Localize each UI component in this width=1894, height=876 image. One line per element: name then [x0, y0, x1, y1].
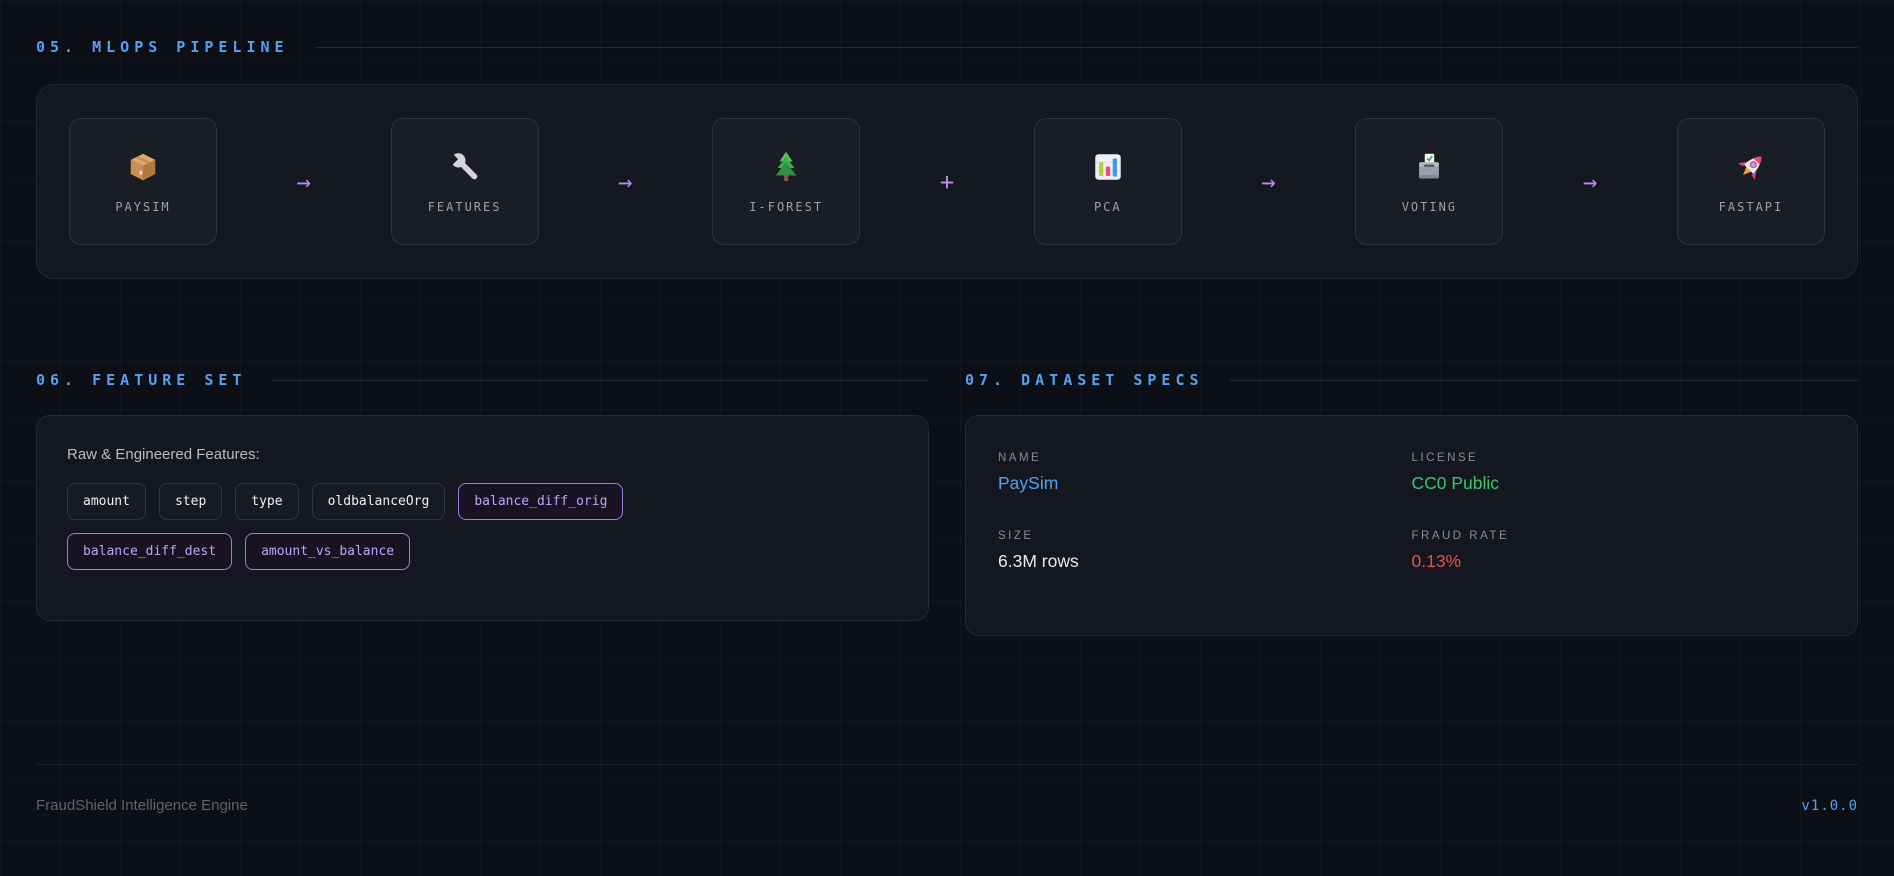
feature-chip-amount: amount [67, 483, 146, 520]
pipeline-stage-paysim: PAYSIM [69, 118, 217, 245]
features-intro-text: Raw & Engineered Features: [67, 446, 260, 463]
section-title-mlops-pipeline: 05. MLOPS PIPELINE [36, 38, 289, 56]
footer-version: v1.0.0 [1801, 797, 1858, 814]
evergreen-tree-icon [769, 150, 803, 184]
spec-label: NAME [998, 452, 1042, 464]
spec-label: FRAUD RATE [1411, 530, 1510, 542]
feature-chip-oldbalanceorg: oldbalanceOrg [311, 483, 446, 520]
spec-value-license: CC0 Public [1411, 473, 1500, 493]
feature-chip-type: type [235, 483, 299, 520]
footer-divider [36, 764, 1858, 765]
pipeline-stage-features: FEATURES [390, 118, 539, 245]
arrow-right-connector: → [1261, 167, 1276, 196]
bar-chart-icon [1091, 150, 1125, 184]
feature-chip-list: amount step type oldbalanceOrg balance_d… [67, 483, 687, 570]
stage-label: VOTING [1401, 199, 1458, 214]
spec-value-fraud-rate: 0.13% [1411, 551, 1462, 571]
pipeline-stage-iforest: I-FOREST [712, 118, 861, 245]
lower-sections: 06. FEATURE SET Raw & Engineered Feature… [36, 371, 1858, 636]
package-icon [126, 150, 160, 184]
section-title-feature-set: 06. FEATURE SET [36, 371, 247, 389]
stage-label: I-FOREST [749, 199, 824, 214]
section-header: 05. MLOPS PIPELINE [36, 38, 1858, 56]
arrow-right-connector: → [1582, 167, 1598, 196]
ballot-box-icon [1412, 150, 1446, 184]
pipeline-panel: PAYSIM → FEATURES → I-FOREST + PCA → VOT… [36, 84, 1858, 279]
pipeline-stage-voting: VOTING [1355, 118, 1504, 245]
spec-license: LICENSE CC0 Public [1412, 452, 1826, 494]
stage-label: FASTAPI [1718, 199, 1784, 214]
stage-label: PCA [1093, 199, 1122, 214]
stage-label: PAYSIM [115, 199, 171, 214]
section-feature-set: 06. FEATURE SET Raw & Engineered Feature… [36, 371, 929, 636]
section-header: 06. FEATURE SET [36, 371, 929, 389]
spec-value-size: 6.3M rows [998, 551, 1079, 571]
section-header-rule [1229, 379, 1858, 381]
section-header-rule [272, 379, 929, 381]
dataset-specs-panel: NAME PaySim LICENSE CC0 Public SIZE 6.3M… [965, 415, 1858, 636]
feature-set-panel: Raw & Engineered Features: amount step t… [36, 415, 929, 621]
feature-chip-amount-vs-balance: amount_vs_balance [245, 533, 411, 570]
pipeline-stage-pca: PCA [1033, 118, 1182, 245]
section-header: 07. DATASET SPECS [965, 371, 1858, 389]
arrow-right-connector: → [618, 167, 633, 196]
section-title-dataset-specs: 07. DATASET SPECS [965, 371, 1204, 389]
spec-fraud-rate: FRAUD RATE 0.13% [1412, 530, 1826, 572]
section-mlops-pipeline: 05. MLOPS PIPELINE PAYSIM → FEATURES → I… [36, 38, 1858, 279]
spec-label: SIZE [998, 530, 1034, 542]
stage-label: FEATURES [427, 199, 502, 214]
spec-name: NAME PaySim [998, 452, 1412, 494]
feature-chip-step: step [158, 483, 223, 520]
spec-label: LICENSE [1411, 452, 1479, 464]
rocket-icon [1734, 150, 1768, 184]
page: 05. MLOPS PIPELINE PAYSIM → FEATURES → I… [0, 0, 1894, 814]
section-header-rule [314, 46, 1858, 48]
feature-chip-balance-diff-dest: balance_diff_dest [67, 533, 233, 570]
plus-connector: + [939, 167, 955, 196]
footer: FraudShield Intelligence Engine v1.0.0 [36, 764, 1858, 814]
spec-value-name: PaySim [998, 473, 1059, 493]
footer-product-name: FraudShield Intelligence Engine [36, 797, 248, 814]
pipeline-stage-fastapi: FASTAPI [1676, 118, 1825, 245]
footer-row: FraudShield Intelligence Engine v1.0.0 [36, 797, 1858, 814]
feature-chip-balance-diff-orig: balance_diff_orig [458, 483, 624, 520]
spec-size: SIZE 6.3M rows [998, 530, 1412, 572]
section-dataset-specs: 07. DATASET SPECS NAME PaySim LICENSE CC… [965, 371, 1858, 636]
arrow-right-connector: → [296, 167, 312, 196]
wrench-icon [447, 150, 482, 184]
